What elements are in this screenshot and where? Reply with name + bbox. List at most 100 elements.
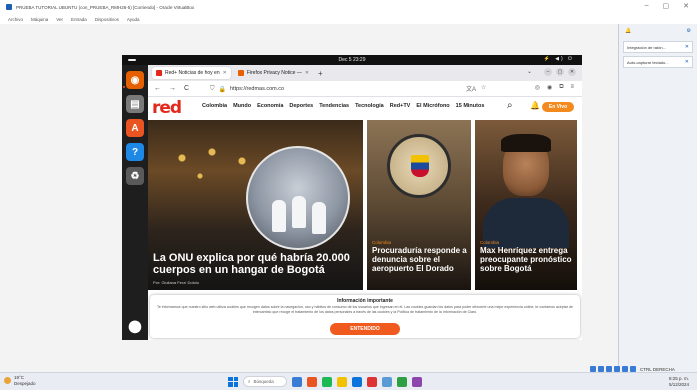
taskbar-apps: ⌕ Búsqueda: [228, 376, 422, 387]
article-card[interactable]: Colombia Max Henríquez entrega preocupan…: [475, 120, 577, 290]
files-icon[interactable]: ▤: [126, 95, 144, 113]
portrait-hair-shape: [501, 134, 551, 152]
nav-mundo[interactable]: Mundo: [233, 103, 251, 109]
close-icon[interactable]: ✕: [685, 44, 689, 50]
tab-label: Red+ Noticias de hoy en: [165, 70, 220, 76]
firefox-favicon-icon: [237, 70, 244, 76]
notification-bell-icon[interactable]: 🔔: [530, 101, 540, 110]
taskbar-app-icon[interactable]: [292, 376, 302, 387]
shield-icon[interactable]: ⛉: [210, 86, 215, 93]
redmas-logo[interactable]: red: [152, 98, 182, 118]
article-headline[interactable]: La ONU explica por qué habría 20.000 cue…: [153, 252, 358, 276]
back-button[interactable]: ←: [154, 85, 161, 92]
extensions-icon[interactable]: ⧉: [559, 84, 563, 91]
taskbar-app-icon[interactable]: [397, 376, 407, 387]
close-icon[interactable]: ✕: [305, 70, 309, 76]
cookie-title: Información importante: [337, 298, 393, 304]
gnome-clock[interactable]: Dec 5 23:29: [339, 57, 366, 63]
maximize-button[interactable]: ▢: [663, 2, 670, 10]
menu-dispositivos[interactable]: Dispositivos: [95, 17, 119, 22]
pocket-icon[interactable]: ◎: [535, 84, 540, 91]
taskbar-search[interactable]: ⌕ Búsqueda: [243, 376, 287, 387]
notification-panel-header: 🔔 ⚙: [619, 24, 697, 38]
minimize-button[interactable]: –: [645, 2, 649, 10]
window-title: PRUEBA TUTORIAL UBUNTU (con_PRUEBA_RMH26…: [16, 4, 195, 10]
close-icon[interactable]: ✕: [223, 70, 227, 76]
search-icon[interactable]: ⌕: [507, 100, 513, 111]
close-button[interactable]: ✕: [683, 2, 689, 10]
system-clock[interactable]: 8:25 p. m. 5/12/2024: [669, 376, 689, 388]
software-icon[interactable]: A: [126, 119, 144, 137]
article-card[interactable]: Colombia Procuraduría responde a denunci…: [367, 120, 471, 290]
activities-icon[interactable]: [128, 59, 136, 61]
tab-privacy-notice[interactable]: Firefox Privacy Notice — ✕: [234, 67, 313, 79]
bell-icon: 🔔: [625, 28, 632, 34]
translate-icon[interactable]: 文A: [466, 84, 476, 93]
help-icon[interactable]: ?: [126, 143, 144, 161]
article-headline[interactable]: Max Henríquez entrega preocupante pronós…: [480, 246, 577, 273]
accept-cookies-button[interactable]: ENTENDIDO: [330, 323, 400, 335]
gnome-top-bar: Dec 5 23:29 ⚡ ◀) ⏻: [122, 55, 582, 65]
redmas-page: red Colombia Mundo Economía Deportes Ten…: [148, 97, 582, 340]
forward-button[interactable]: →: [169, 85, 176, 92]
navigation-toolbar: ← → C ⛉ 🔒 https://redmas.com.co 文A ☆ ◎ ◉…: [148, 81, 582, 97]
nav-tecnologia[interactable]: Tecnología: [355, 103, 384, 109]
article-headline[interactable]: Procuraduría responde a denuncia sobre e…: [372, 246, 470, 273]
cookie-text: Te informamos que nuestro sitio web util…: [157, 305, 573, 314]
host-key-label: CTRL DERECHA: [640, 366, 675, 372]
notification-item[interactable]: Auto-capturar teclado... ✕: [623, 56, 693, 68]
taskbar-app-icon[interactable]: [307, 376, 317, 387]
nav-deportes[interactable]: Deportes: [289, 103, 313, 109]
trash-icon[interactable]: ♻: [126, 167, 144, 185]
article-category[interactable]: Colombia: [372, 240, 391, 245]
menu-archivo[interactable]: Archivo: [8, 17, 23, 22]
figure-shape: [292, 196, 306, 228]
system-menu-icons[interactable]: ⚡ ◀) ⏻: [544, 56, 574, 62]
weather-desc: Despejado: [14, 381, 36, 386]
minimize-icon[interactable]: –: [544, 68, 552, 76]
bookmark-star-icon[interactable]: ☆: [481, 84, 486, 93]
maximize-icon[interactable]: ▢: [556, 68, 564, 76]
tab-redmas[interactable]: Red+ Noticias de hoy en ✕: [152, 67, 231, 79]
new-tab-button[interactable]: +: [318, 69, 323, 78]
article-category[interactable]: Colombia: [480, 240, 499, 245]
lock-icon[interactable]: 🔒: [219, 86, 226, 93]
menu-maquina[interactable]: Máquina: [31, 17, 48, 22]
windows-start-icon[interactable]: [228, 376, 238, 387]
firefox-window: Red+ Noticias de hoy en ✕ Firefox Privac…: [148, 65, 582, 340]
nav-economia[interactable]: Economía: [257, 103, 283, 109]
nav-redtv[interactable]: Red+TV: [390, 103, 411, 109]
firefox-icon[interactable]: ◉: [126, 71, 144, 89]
nav-tendencias[interactable]: Tendencias: [319, 103, 349, 109]
cookie-banner: Información importante Te informamos que…: [150, 295, 580, 338]
hamburger-menu-icon[interactable]: ≡: [570, 84, 574, 91]
featured-article-card[interactable]: La ONU explica por qué habría 20.000 cue…: [148, 120, 363, 290]
chevron-down-icon[interactable]: ⌄: [527, 68, 532, 75]
reload-button[interactable]: C: [184, 85, 189, 92]
nav-el-microfono[interactable]: El Micrófono: [416, 103, 449, 109]
weather-widget[interactable]: 19°C Despejado: [4, 375, 36, 387]
menu-ayuda[interactable]: Ayuda: [127, 17, 140, 22]
account-icon[interactable]: ◉: [547, 84, 552, 91]
taskbar-app-icon[interactable]: [322, 376, 332, 387]
show-apps-glyph: ⬤: [128, 319, 142, 333]
close-icon[interactable]: ✕: [568, 68, 576, 76]
taskbar-app-icon[interactable]: [382, 376, 392, 387]
taskbar-app-icon[interactable]: [367, 376, 377, 387]
procuraduria-seal-image: [387, 134, 451, 198]
taskbar-app-icon[interactable]: [352, 376, 362, 387]
menu-ver[interactable]: Ver: [56, 17, 63, 22]
nav-15-minutos[interactable]: 15 Minutos: [456, 103, 485, 109]
taskbar-app-icon[interactable]: [412, 376, 422, 387]
nav-colombia[interactable]: Colombia: [202, 103, 227, 109]
url-text[interactable]: https://redmas.com.co: [230, 86, 284, 92]
close-icon[interactable]: ✕: [685, 59, 689, 65]
taskbar-app-icon[interactable]: [337, 376, 347, 387]
live-button[interactable]: En Vivo: [542, 102, 574, 112]
search-icon: ⌕: [248, 379, 251, 384]
menu-entrada[interactable]: Entrada: [71, 17, 87, 22]
panel-settings-icon[interactable]: ⚙: [687, 28, 691, 34]
notification-item[interactable]: Integración de ratón... ✕: [623, 41, 693, 53]
url-bar[interactable]: ⛉ 🔒 https://redmas.com.co: [210, 83, 500, 95]
show-apps-icon[interactable]: ⬤: [126, 317, 144, 335]
